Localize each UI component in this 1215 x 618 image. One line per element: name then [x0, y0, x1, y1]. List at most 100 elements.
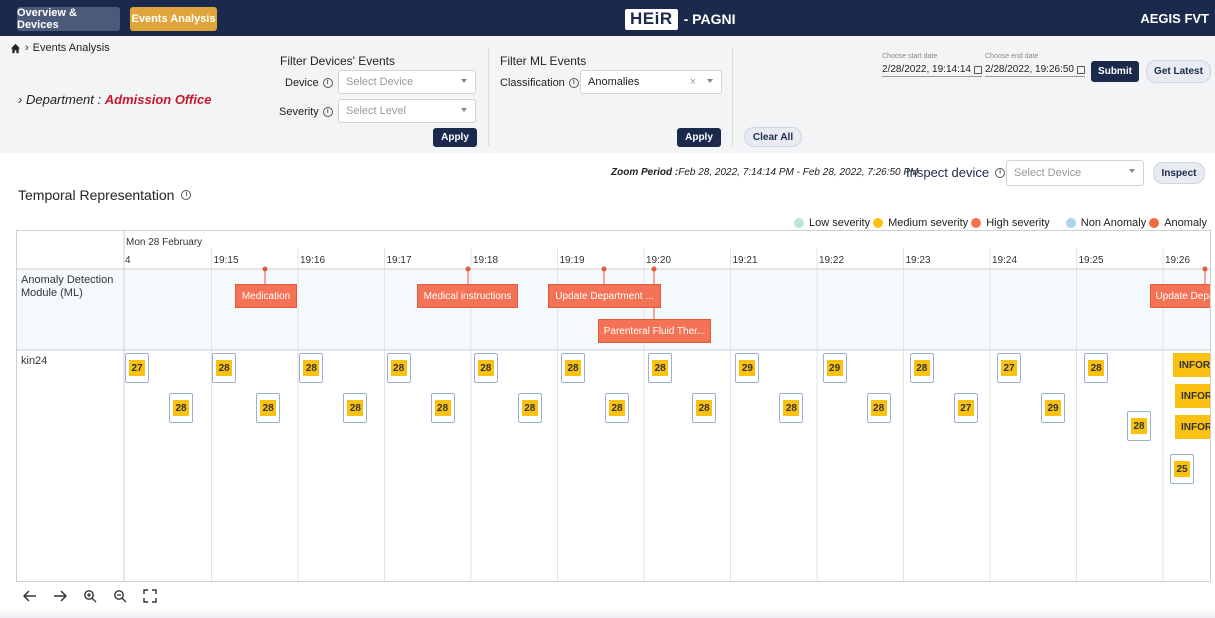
- device-event[interactable]: 28: [430, 393, 455, 423]
- severity-select[interactable]: Select Level: [338, 99, 476, 123]
- device-event[interactable]: 28: [1127, 411, 1151, 441]
- filter-panel: › Events Analysis › Department : Admissi…: [0, 36, 1215, 153]
- inspect-device-select[interactable]: Select Device: [1006, 160, 1144, 186]
- info-icon[interactable]: i: [995, 167, 1006, 178]
- ml-event-pin-dot: [1202, 266, 1208, 272]
- ml-event[interactable]: Update Depa: [1150, 284, 1210, 308]
- device-event[interactable]: 27: [997, 353, 1021, 383]
- time-tick-label: 19:21: [733, 255, 758, 266]
- brand-subtitle: - PAGNI: [683, 11, 736, 27]
- section-title: Temporal Representation i: [18, 187, 192, 203]
- device-select[interactable]: Select Device: [338, 70, 476, 94]
- ml-event[interactable]: Medication: [235, 284, 297, 308]
- device-event[interactable]: 28: [386, 353, 411, 383]
- device-event[interactable]: 29: [822, 353, 847, 383]
- nav-events-analysis-button[interactable]: Events Analysis: [130, 7, 217, 31]
- zoom-in-icon[interactable]: [82, 588, 98, 604]
- group-label-device: kin24: [21, 355, 48, 367]
- nav-overview-devices-button[interactable]: Overview & Devices: [17, 7, 120, 31]
- info-icon[interactable]: i: [181, 190, 192, 200]
- device-event[interactable]: 28: [561, 353, 585, 383]
- start-date-input[interactable]: 2/28/2022, 19:14:14: [882, 64, 982, 77]
- device-apply-button[interactable]: Apply: [433, 128, 477, 147]
- breadcrumb: › Events Analysis: [10, 42, 110, 54]
- inspect-device-label: Inspect device i: [906, 165, 1006, 180]
- ml-event[interactable]: Update Department ...: [548, 284, 661, 308]
- calendar-icon[interactable]: [973, 65, 982, 74]
- right-arrow-icon[interactable]: [52, 588, 68, 604]
- ml-event[interactable]: Parenteral Fluid Ther...: [598, 319, 711, 343]
- end-date-value: 2/28/2022, 19:26:50: [985, 64, 1074, 75]
- ml-filter-title: Filter ML Events: [500, 54, 587, 68]
- department-label: Department :: [25, 92, 102, 107]
- device-event[interactable]: 28: [343, 393, 368, 423]
- device-event-value: 29: [739, 360, 756, 376]
- device-event[interactable]: 28: [605, 393, 629, 423]
- zoom-period: Zoom Period :Feb 28, 2022, 7:14:14 PM - …: [611, 167, 918, 178]
- device-event-value: 28: [216, 360, 233, 376]
- device-event[interactable]: 28: [779, 393, 804, 423]
- device-event[interactable]: 28: [299, 353, 324, 383]
- zoom-out-icon[interactable]: [112, 588, 128, 604]
- device-info-event[interactable]: INFORI: [1175, 384, 1210, 408]
- clear-all-button[interactable]: Clear All: [744, 127, 802, 147]
- device-event[interactable]: 28: [866, 393, 891, 423]
- calendar-icon[interactable]: [1076, 65, 1085, 74]
- info-icon[interactable]: i: [322, 107, 333, 117]
- time-tick-label: 19:16: [300, 255, 325, 266]
- severity-select-placeholder: Select Level: [346, 105, 406, 117]
- get-latest-button[interactable]: Get Latest: [1146, 60, 1211, 83]
- department-heading: › Department : Admission Office: [18, 92, 211, 107]
- fit-screen-icon[interactable]: [142, 588, 158, 604]
- legend-medium-severity: Medium severity: [888, 217, 969, 229]
- device-event[interactable]: 29: [735, 353, 760, 383]
- device-event[interactable]: 25: [1170, 454, 1194, 484]
- info-icon[interactable]: i: [322, 78, 333, 88]
- device-event[interactable]: 28: [212, 353, 237, 383]
- end-date-input[interactable]: 2/28/2022, 19:26:50: [985, 64, 1085, 77]
- device-event[interactable]: 28: [692, 393, 717, 423]
- ml-event-pin-dot: [262, 266, 268, 272]
- divider: [488, 48, 489, 146]
- device-event[interactable]: 28: [1084, 353, 1109, 383]
- classification-select-value: Anomalies: [588, 76, 640, 88]
- severity-label: Severity i: [279, 106, 333, 118]
- inspect-button[interactable]: Inspect: [1153, 162, 1205, 184]
- top-navigation-bar: Overview & Devices Events Analysis HEiR …: [0, 0, 1215, 36]
- divider: [732, 48, 733, 146]
- device-event[interactable]: 28: [473, 353, 498, 383]
- device-event[interactable]: 28: [256, 393, 281, 423]
- device-event-value: 28: [609, 400, 625, 416]
- device-event-value: 27: [957, 400, 974, 416]
- time-tick-label: 19:25: [1079, 255, 1104, 266]
- device-event[interactable]: 28: [909, 353, 934, 383]
- clear-icon[interactable]: ×: [690, 76, 696, 88]
- left-arrow-icon[interactable]: [22, 588, 38, 604]
- device-event[interactable]: 28: [517, 393, 542, 423]
- device-event-value: 28: [434, 400, 451, 416]
- time-tick-label: 19:26: [1165, 255, 1190, 266]
- ml-event-pin-dot: [465, 266, 471, 272]
- device-event[interactable]: 27: [125, 353, 149, 383]
- device-event[interactable]: 28: [169, 393, 193, 423]
- device-info-event[interactable]: INFORM: [1173, 353, 1210, 377]
- ml-apply-button[interactable]: Apply: [677, 128, 721, 147]
- severity-label-text: Severity: [279, 106, 319, 118]
- device-event-value: 28: [870, 400, 887, 416]
- inspect-select-placeholder: Select Device: [1014, 167, 1082, 179]
- classification-select[interactable]: Anomalies ×: [580, 70, 722, 94]
- ml-event-pin-dot: [651, 266, 657, 272]
- device-event[interactable]: 29: [1041, 393, 1065, 423]
- ml-event[interactable]: Medical instructions: [417, 284, 518, 308]
- submit-button[interactable]: Submit: [1091, 61, 1139, 82]
- device-event[interactable]: 27: [953, 393, 978, 423]
- device-label-text: Device: [285, 77, 319, 89]
- info-icon[interactable]: i: [568, 78, 579, 88]
- device-event[interactable]: 28: [648, 353, 673, 383]
- device-info-event[interactable]: INFORI: [1175, 415, 1210, 439]
- timeline-chart[interactable]: Mon 28 February 4 19:15 19:16 19:17 19:18 19:1…: [16, 230, 1211, 582]
- device-event-value: 29: [1045, 400, 1061, 416]
- device-event-value: 28: [913, 360, 930, 376]
- bottom-shadow: [0, 608, 1215, 618]
- home-icon[interactable]: [10, 43, 21, 54]
